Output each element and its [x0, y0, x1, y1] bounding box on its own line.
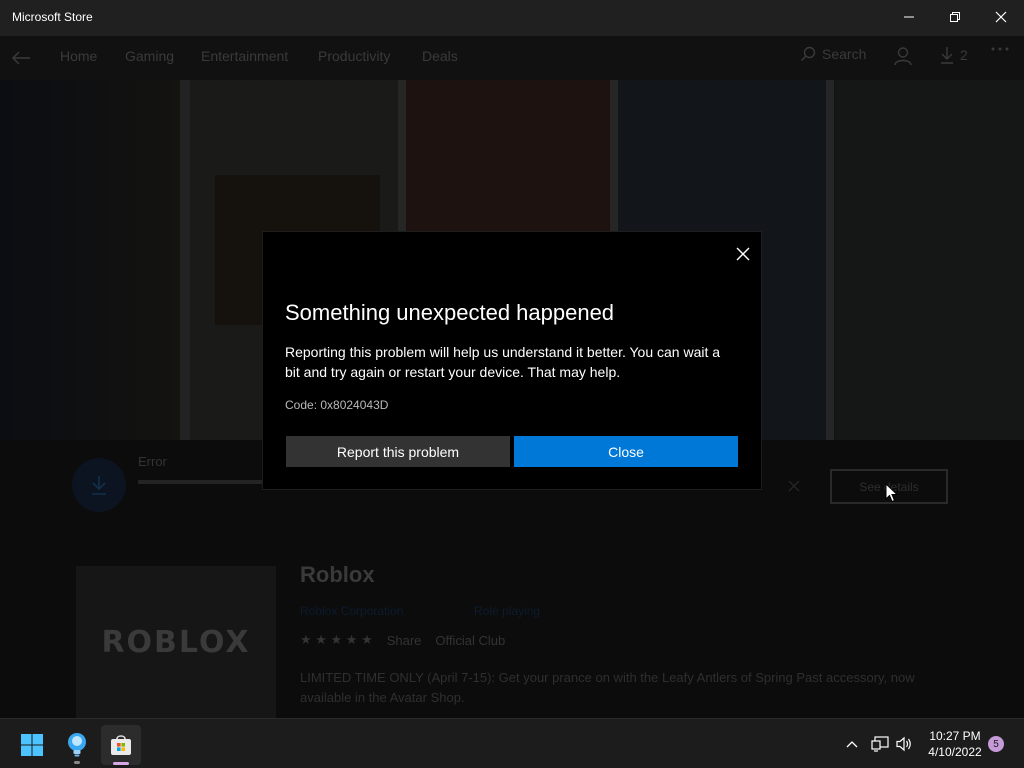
dialog-title: Something unexpected happened [285, 300, 615, 325]
back-arrow-icon[interactable] [10, 48, 32, 68]
download-icon [941, 47, 953, 64]
cancel-download-icon[interactable] [788, 480, 800, 492]
report-problem-button[interactable]: Report this problem [286, 436, 510, 467]
search-icon [801, 46, 816, 61]
app-logo-tile: ROBLOX [76, 566, 276, 718]
taskbar: 10:27 PM 4/10/2022 5 [0, 718, 1024, 768]
title-bar: Microsoft Store [0, 0, 1024, 36]
download-status-text: Error [138, 454, 167, 469]
error-code: Code: 0x8024043D [285, 398, 389, 412]
minimize-button[interactable] [886, 0, 932, 34]
app-logo: ROBLOX [101, 624, 251, 660]
volume-button[interactable] [893, 733, 915, 755]
nav-item-deals[interactable]: Deals [422, 48, 458, 64]
mouse-cursor-icon [885, 483, 899, 503]
dialog-close-button[interactable] [731, 242, 755, 266]
lightbulb-icon [68, 733, 86, 757]
nav-item-productivity[interactable]: Productivity [318, 48, 390, 64]
network-icon [871, 736, 889, 752]
download-arrow-icon [92, 476, 106, 495]
close-window-button[interactable] [978, 0, 1024, 34]
windows-logo-icon [21, 734, 43, 756]
rating-row: ★ ★ ★ ★ ★ Share Official Club [300, 632, 505, 648]
nav-item-entertainment[interactable]: Entertainment [201, 48, 288, 64]
download-status-icon [72, 458, 126, 512]
start-button[interactable] [12, 725, 52, 765]
user-icon [894, 47, 912, 66]
clock-date: 4/10/2022 [928, 745, 982, 759]
network-button[interactable] [869, 733, 891, 755]
taskbar-clock[interactable]: 10:27 PM 4/10/2022 [918, 728, 992, 760]
downloads-button[interactable]: 2 [940, 46, 968, 64]
window-title: Microsoft Store [12, 10, 93, 24]
account-button[interactable] [893, 46, 913, 66]
downloads-count: 2 [960, 47, 968, 63]
close-icon [995, 11, 1007, 23]
publisher-link[interactable]: Roblox Corporation [300, 604, 403, 618]
chevron-up-icon [846, 741, 858, 748]
app-description: LIMITED TIME ONLY (April 7-15): Get your… [300, 670, 915, 705]
share-link[interactable]: Share [387, 633, 422, 648]
close-button[interactable]: Close [514, 436, 738, 467]
show-hidden-icons-button[interactable] [842, 733, 862, 755]
search-label: Search [822, 46, 867, 62]
star-rating: ★ ★ ★ ★ ★ [300, 632, 373, 647]
store-bag-icon [111, 735, 131, 755]
search-button[interactable]: Search [800, 46, 866, 62]
nav-bar: Home Gaming Entertainment Productivity D… [0, 36, 1024, 80]
minimize-icon [904, 16, 914, 18]
restore-icon [950, 12, 960, 22]
category-link[interactable]: Role playing [474, 604, 540, 618]
tips-app-button[interactable] [57, 725, 97, 765]
error-dialog: Something unexpected happened Reporting … [262, 231, 762, 490]
clock-time: 10:27 PM [929, 729, 981, 743]
nav-item-home[interactable]: Home [60, 48, 97, 64]
dialog-message: Reporting this problem will help us unde… [285, 344, 721, 380]
close-icon [736, 247, 750, 261]
nav-item-gaming[interactable]: Gaming [125, 48, 174, 64]
microsoft-store-button[interactable] [101, 725, 141, 765]
restore-button[interactable] [932, 0, 978, 34]
notification-badge[interactable]: 5 [988, 736, 1004, 752]
app-name: Roblox [300, 562, 375, 587]
official-club-link[interactable]: Official Club [435, 633, 505, 648]
more-icon [991, 47, 1009, 51]
volume-icon [896, 736, 911, 752]
more-options-button[interactable] [990, 46, 1010, 52]
